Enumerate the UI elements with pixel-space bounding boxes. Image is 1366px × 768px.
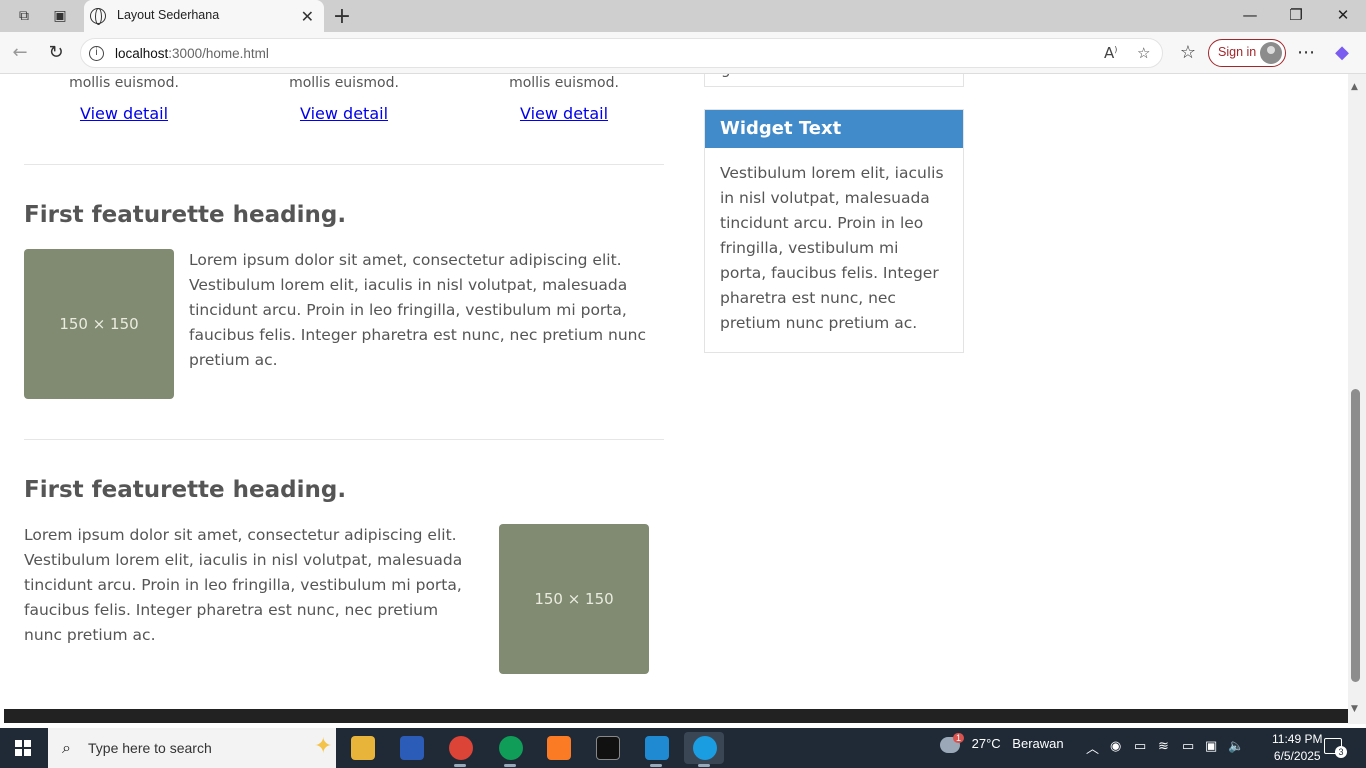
page-footer <box>4 709 1348 723</box>
favorite-star-icon[interactable]: ☆ <box>1137 44 1150 62</box>
column-item: mollis euismod. View detail <box>24 74 224 123</box>
info-icon[interactable]: i <box>89 46 104 61</box>
chevron-up-icon[interactable]: ︿ <box>1086 738 1099 757</box>
address-input[interactable]: i localhost:3000/home.html A) ☆ <box>80 38 1163 68</box>
widget-title: Widget Text <box>705 110 963 148</box>
weather-temp: 27°C <box>971 736 1001 751</box>
scroll-up-icon[interactable]: ▲ <box>1351 82 1358 92</box>
weather-text: Berawan <box>1012 736 1064 751</box>
record-icon[interactable]: ◉ <box>1110 738 1121 754</box>
more-menu-icon[interactable]: ⋯ <box>1294 42 1318 63</box>
edge-icon[interactable] <box>684 732 724 767</box>
volume-icon[interactable]: 🔈 <box>1228 738 1244 754</box>
featurette-image: 150 × 150 <box>24 249 174 399</box>
refresh-icon[interactable]: ↻ <box>44 42 68 63</box>
view-detail-link[interactable]: View detail <box>24 104 224 123</box>
notification-count: 3 <box>1335 746 1347 758</box>
search-icon: ⌕ <box>62 738 71 757</box>
scroll-thumb[interactable] <box>1351 389 1360 682</box>
copilot-icon[interactable]: ◆ <box>1330 42 1354 63</box>
file-explorer-icon[interactable] <box>342 732 382 764</box>
notification-center-icon[interactable]: 3 <box>1324 738 1347 758</box>
url-path: :3000/home.html <box>168 46 269 61</box>
restore-icon[interactable]: ❐ <box>1284 6 1308 24</box>
tab-layout-sederhana[interactable]: Layout Sederhana ✕ <box>84 0 324 32</box>
widget-above: g <box>704 74 964 87</box>
tab-title: Layout Sederhana <box>117 8 220 22</box>
clock-time: 11:49 PM <box>1272 732 1323 746</box>
taskbar-search[interactable]: ⌕ Type here to search ✦ <box>48 728 336 768</box>
featurette-heading: First featurette heading. <box>24 477 347 503</box>
close-tab-icon[interactable]: ✕ <box>301 7 314 26</box>
url-host: localhost <box>115 46 169 61</box>
read-aloud-icon[interactable]: A) <box>1104 44 1117 62</box>
search-placeholder: Type here to search <box>88 740 212 756</box>
widget-body: Vestibulum lorem elit, iaculis in nisl v… <box>720 164 944 332</box>
scroll-down-icon[interactable]: ▼ <box>1351 704 1358 714</box>
featurette-heading: First featurette heading. <box>24 202 347 228</box>
column-item: mollis euismod. View detail <box>244 74 444 123</box>
column-item: mollis euismod. View detail <box>464 74 664 123</box>
browser-titlebar: ⧉ ▣ Layout Sederhana ✕ + — ❐ ✕ <box>0 0 1366 32</box>
widget-text-panel: Widget Text Vestibulum lorem elit, iacul… <box>704 109 964 353</box>
url-text: localhost:3000/home.html <box>115 46 269 61</box>
workspaces-icon[interactable]: ⧉ <box>14 6 34 26</box>
display-icon[interactable]: ▣ <box>1205 738 1217 754</box>
weather-widget[interactable]: 1 27°C Berawan <box>940 733 1064 753</box>
xampp-icon[interactable] <box>538 732 578 764</box>
terminal-icon[interactable] <box>587 732 627 764</box>
avatar-icon <box>1260 42 1282 64</box>
address-toolbar: ← ↻ i localhost:3000/home.html A) ☆ ☆ Si… <box>0 32 1366 74</box>
page-viewport: mollis euismod. View detail mollis euism… <box>4 74 1348 709</box>
column-snippet: mollis euismod. <box>289 75 399 91</box>
taskbar-clock[interactable]: 11:49 PM 6/5/2025 <box>1272 731 1322 765</box>
favorites-icon[interactable]: ☆ <box>1176 42 1200 63</box>
vscode-icon[interactable] <box>636 732 676 767</box>
battery-icon[interactable]: ▭ <box>1182 738 1194 754</box>
view-detail-link[interactable]: View detail <box>464 104 664 123</box>
meet-icon[interactable]: ▭ <box>1134 738 1146 754</box>
column-snippet: mollis euismod. <box>69 75 179 91</box>
featurette-text: Lorem ipsum dolor sit amet, consectetur … <box>189 251 647 369</box>
featurette-text: Lorem ipsum dolor sit amet, consectetur … <box>24 526 463 644</box>
wifi-icon[interactable]: ≋ <box>1158 738 1169 754</box>
divider <box>24 439 664 440</box>
word-icon[interactable] <box>391 732 431 764</box>
new-tab-icon[interactable]: + <box>330 4 354 29</box>
view-detail-link[interactable]: View detail <box>244 104 444 123</box>
signin-button[interactable]: Sign in <box>1208 39 1286 67</box>
copilot-spark-icon: ✦ <box>314 734 333 759</box>
start-button[interactable] <box>15 740 31 756</box>
tab-actions-icon[interactable]: ▣ <box>50 6 70 26</box>
globe-icon <box>90 8 106 25</box>
weather-badge: 1 <box>953 733 965 743</box>
divider <box>24 164 664 165</box>
back-icon[interactable]: ← <box>8 42 32 63</box>
signin-label: Sign in <box>1218 45 1257 59</box>
featurette-image: 150 × 150 <box>499 524 649 674</box>
chrome-icon[interactable] <box>440 732 480 767</box>
clock-date: 6/5/2025 <box>1273 749 1321 763</box>
minimize-icon[interactable]: — <box>1238 6 1262 24</box>
windows-taskbar: ⌕ Type here to search ✦ 1 27°C Berawan ︿… <box>0 728 1366 768</box>
page-scrollbar[interactable]: ▲ ▼ <box>1348 74 1366 724</box>
column-snippet: mollis euismod. <box>509 75 619 91</box>
close-window-icon[interactable]: ✕ <box>1331 6 1355 24</box>
chrome-profile-icon[interactable] <box>490 732 530 767</box>
widget-above-text: g <box>721 74 731 78</box>
